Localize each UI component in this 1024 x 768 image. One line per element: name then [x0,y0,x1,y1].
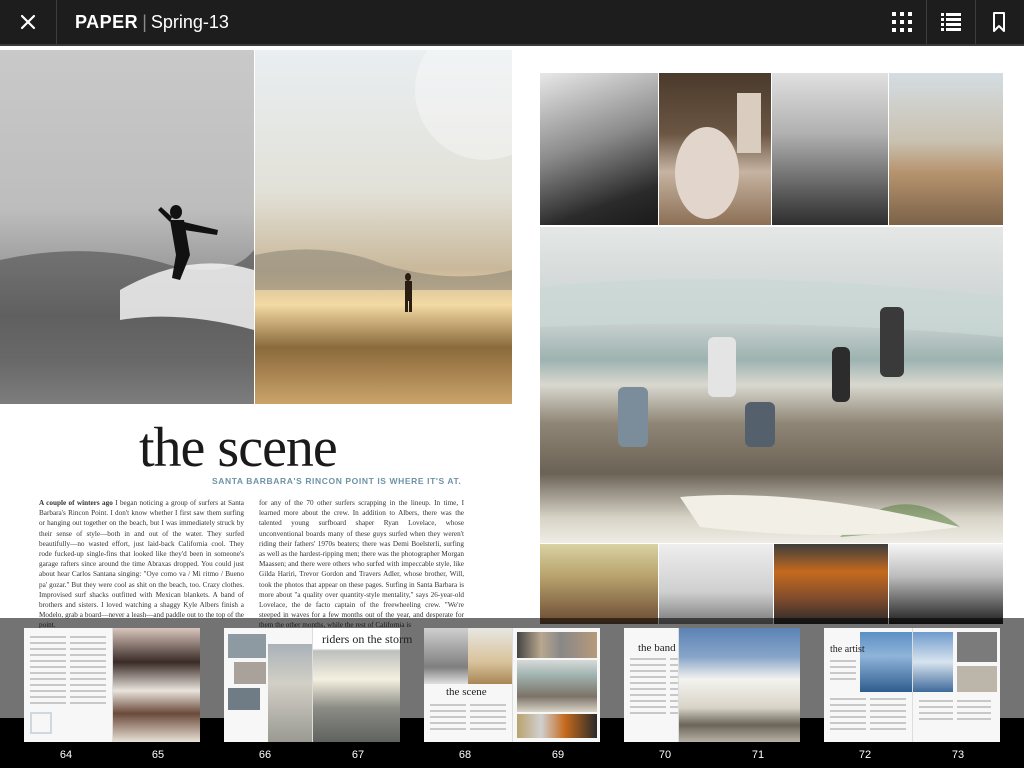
bookmark-button[interactable] [974,0,1024,44]
grid-view-button[interactable] [878,0,926,44]
article-column-1-text: I began noticing a group of surfers at S… [39,499,244,629]
thumbnail-page-left [224,628,312,742]
portrait-photo-curly-hair [772,73,888,225]
article-column-2-text: for any of the 70 other surfers scrappin… [259,499,464,629]
article-headline: the scene [139,417,338,479]
page-number: 67 [351,749,365,761]
bookmark-icon [993,12,1005,32]
close-icon [20,14,36,30]
thumbnail-70-71[interactable]: the band [624,628,800,742]
list-icon [941,13,961,31]
list-view-button[interactable] [926,0,976,44]
thumbnail-title: riders on the storm [322,632,413,646]
page-number: 71 [751,749,765,761]
page-number: 73 [951,749,965,761]
portrait-photo-orange-beanie [774,544,888,624]
publication-title: PAPER | Spring-13 [75,11,229,33]
article-lead-in: A couple of winters ago [39,499,113,507]
page-number: 70 [658,749,672,761]
thumbnail-page-right [112,628,200,742]
surfer-wave-photo [0,50,254,404]
page-number: 72 [858,749,872,761]
thumbnail-72-73[interactable]: the artist [824,628,1000,742]
page-thumbnail-strip[interactable]: 64 65 riders on the storm 66 67 the scen… [0,618,1024,768]
surfboards-photo [659,544,773,624]
portrait-photo-shirtless-surfer [889,73,1003,225]
page-number: 68 [458,749,472,761]
page-number: 69 [551,749,565,761]
thumbnail-66-67[interactable]: riders on the storm [224,628,412,742]
thumbnail-page-right [512,628,600,742]
thumbnail-title: the scene [446,686,487,698]
beach-group-photo [540,227,1003,543]
magazine-spread[interactable]: the scene SANTA BARBARA'S RINCON POINT I… [0,46,1024,629]
close-button[interactable] [0,0,57,44]
brand-name: PAPER [75,12,139,32]
thumbnail-page-right [912,628,1000,742]
grid-icon [892,12,912,32]
sunset-surfer-photo [255,50,512,404]
top-toolbar: PAPER | Spring-13 [0,0,1024,46]
thumbnail-page-left [424,628,512,742]
surfboard-shaper-photo [659,73,771,225]
article-subhead: SANTA BARBARA'S RINCON POINT IS WHERE IT… [212,476,462,486]
portrait-photo-smiling-man [540,73,658,225]
page-number: 64 [59,749,73,761]
thumbnail-64-65[interactable] [24,628,200,742]
title-separator: | [142,12,147,32]
thumbnail-68-69[interactable]: the scene [424,628,600,742]
thumbnail-page-right [678,628,800,742]
thumbnail-page-left [24,628,112,742]
page-number: 65 [151,749,165,761]
page-number: 66 [258,749,272,761]
portrait-photo-smiling-woman [540,544,658,624]
portrait-photo-dark-hair [889,544,1003,624]
thumbnail-title: the band [638,642,676,654]
issue-name: Spring-13 [150,12,229,32]
thumbnail-title: the artist [830,644,865,655]
